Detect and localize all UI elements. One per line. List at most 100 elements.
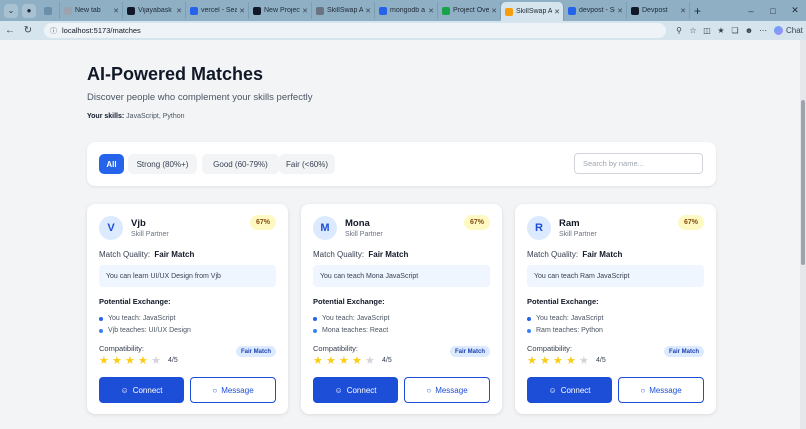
window-controls: – □ ✕	[740, 0, 806, 21]
page-subtitle: Discover people who complement your skil…	[87, 92, 313, 103]
tab-close-icon[interactable]: ✕	[302, 7, 308, 15]
chat-bubble-icon: ○	[426, 385, 432, 395]
back-arrow-icon[interactable]: ←	[2, 25, 18, 36]
tab-favicon-icon	[505, 7, 513, 16]
tab-close-icon[interactable]: ✕	[428, 7, 434, 15]
connect-label: Connect	[560, 385, 591, 395]
profile-avatar-icon[interactable]: ☻	[742, 26, 756, 35]
partner-name: Ram	[559, 218, 580, 229]
address-bar-row: ← ↻ ⓘ localhost:5173/matches ⚲ ☆ ◫ ★ ❏ ☻…	[0, 21, 806, 40]
search-input[interactable]	[574, 153, 703, 174]
page-scrollbar[interactable]	[800, 40, 806, 429]
star-filled-icon: ★	[99, 355, 109, 367]
tab-close-icon[interactable]: ✕	[680, 7, 686, 15]
tab-close-icon[interactable]: ✕	[113, 7, 119, 15]
partner-role: Skill Partner	[131, 231, 169, 238]
close-window-icon[interactable]: ✕	[784, 5, 806, 16]
star-empty-icon: ★	[365, 355, 375, 367]
they-teach: Vjb teaches: UI/UX Design	[108, 327, 191, 334]
tab-menu-chevron-icon[interactable]: ⌄	[4, 3, 18, 18]
star-filled-icon: ★	[339, 355, 349, 367]
browser-tab[interactable]: Vijayabask ✕	[123, 2, 186, 19]
tab-label: New tab	[75, 7, 101, 14]
favorites-icon[interactable]: ★	[714, 26, 728, 35]
star-empty-icon: ★	[579, 355, 589, 367]
browser-tab[interactable]: mongodb a ✕	[375, 2, 438, 19]
browser-tab[interactable]: SkillSwap AI ✕	[501, 2, 564, 21]
filter-fair-button[interactable]: Fair (<60%)	[279, 154, 335, 174]
match-score-badge: 67%	[677, 215, 704, 230]
tab-close-icon[interactable]: ✕	[365, 7, 371, 15]
match-card: R Ram Skill Partner 67% Match Quality: Fair …	[515, 204, 716, 414]
match-card: M Mona Skill Partner 67% Match Quality: Fair…	[301, 204, 502, 414]
chat-label: Chat	[786, 26, 803, 35]
tab-favicon-icon	[44, 6, 52, 15]
split-screen-icon[interactable]: ◫	[700, 26, 714, 35]
chat-bubble-icon: ○	[212, 385, 218, 395]
chat-bubble-icon: ○	[640, 385, 646, 395]
minimize-icon[interactable]: –	[740, 6, 762, 16]
bullet-dot-icon	[527, 328, 531, 333]
rating-text: 4/5	[382, 357, 392, 364]
key-icon[interactable]: ⚲	[672, 26, 686, 35]
message-button[interactable]: ○ Message	[618, 377, 704, 403]
connect-button[interactable]: ☺ Connect	[313, 377, 398, 403]
browser-tab[interactable]: devpost - Se ✕	[564, 2, 627, 19]
star-empty-icon: ★	[151, 355, 161, 367]
browser-tab[interactable]: Devpost ✕	[627, 2, 690, 19]
scrollbar-thumb[interactable]	[801, 100, 805, 265]
match-badge: Fair Match	[235, 346, 276, 357]
connect-button[interactable]: ☺ Connect	[99, 377, 184, 403]
workspaces-icon[interactable]: ●	[22, 3, 36, 18]
browser-tab[interactable]: SkillSwap AI ✕	[312, 2, 375, 19]
avatar: M	[313, 216, 337, 240]
star-filled-icon: ★	[112, 355, 122, 367]
copilot-chat-button[interactable]: Chat	[774, 26, 803, 35]
favorite-star-icon[interactable]: ☆	[686, 26, 700, 35]
tab-label: SkillSwap AI	[327, 7, 364, 14]
tab-close-icon[interactable]: ✕	[239, 7, 245, 15]
connect-label: Connect	[132, 385, 163, 395]
tab-close-icon[interactable]: ✕	[176, 7, 182, 15]
new-tab-plus-icon[interactable]: +	[694, 4, 701, 18]
tab-close-icon[interactable]: ✕	[491, 7, 497, 15]
partner-name: Vjb	[131, 218, 146, 229]
browser-tab-bar: ⌄ ● New tab ✕ Vijayabask ✕ vercel - Sea ✕ New …	[0, 0, 806, 21]
reload-icon[interactable]: ↻	[20, 25, 36, 36]
browser-tab[interactable]	[40, 2, 60, 19]
browser-tabs: New tab ✕ Vijayabask ✕ vercel - Sea ✕ New Proj…	[40, 0, 690, 21]
tab-favicon-icon	[64, 6, 72, 15]
message-button[interactable]: ○ Message	[190, 377, 276, 403]
filter-strong-button[interactable]: Strong (80%+)	[128, 154, 197, 174]
star-filled-icon: ★	[566, 355, 576, 367]
browser-tab[interactable]: New Project ✕	[249, 2, 312, 19]
rating-text: 4/5	[596, 357, 606, 364]
exchange-item: You teach: JavaScript	[313, 315, 389, 322]
connect-button[interactable]: ☺ Connect	[527, 377, 612, 403]
tab-close-icon[interactable]: ✕	[617, 7, 623, 15]
message-button[interactable]: ○ Message	[404, 377, 490, 403]
restore-icon[interactable]: □	[762, 6, 784, 16]
collections-icon[interactable]: ❏	[728, 26, 742, 35]
filter-all-button[interactable]: All	[99, 154, 124, 174]
star-filled-icon: ★	[313, 355, 323, 367]
match-score-badge: 67%	[249, 215, 276, 230]
filter-good-button[interactable]: Good (60-79%)	[202, 154, 279, 174]
browser-tab[interactable]: Project Ove ✕	[438, 2, 501, 19]
filter-panel: All Strong (80%+) Good (60-79%) Fair (<6…	[87, 142, 716, 186]
browser-tab[interactable]: vercel - Sea ✕	[186, 2, 249, 19]
you-teach: You teach: JavaScript	[108, 315, 176, 322]
tab-close-icon[interactable]: ✕	[554, 8, 560, 16]
tab-favicon-icon	[127, 6, 135, 15]
match-badge: Fair Match	[663, 346, 704, 357]
compatibility-label: Compatibility:	[313, 344, 359, 353]
avatar: V	[99, 216, 123, 240]
bullet-dot-icon	[313, 328, 317, 333]
quality-value: Fair Match	[154, 250, 195, 259]
more-dots-icon[interactable]: ⋯	[756, 26, 770, 35]
partner-role: Skill Partner	[345, 231, 383, 238]
browser-tab[interactable]: New tab ✕	[60, 2, 123, 19]
quality-label: Match Quality:	[99, 250, 151, 259]
url-field[interactable]: ⓘ localhost:5173/matches	[44, 23, 666, 38]
site-info-icon[interactable]: ⓘ	[50, 26, 57, 36]
